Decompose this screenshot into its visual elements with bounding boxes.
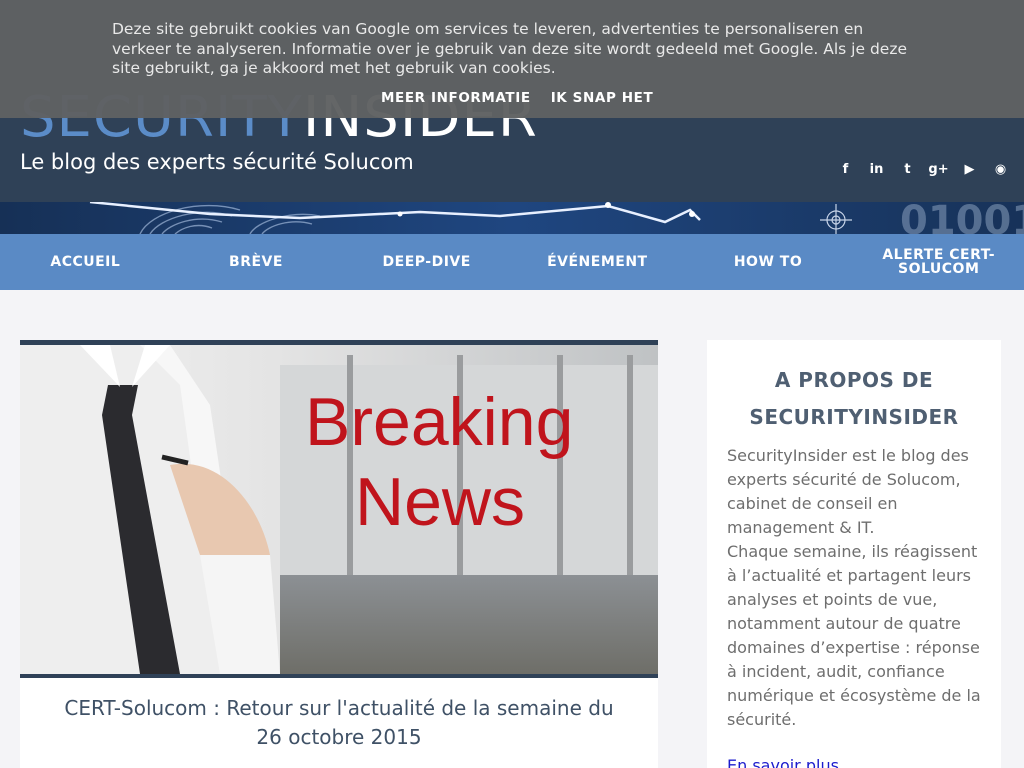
widget-paragraph-1: SecurityInsider est le blog des experts … xyxy=(727,446,969,537)
breaking-news-illustration: Breaking News xyxy=(20,345,658,674)
nav-item-breve[interactable]: BRÈVE xyxy=(171,234,342,290)
news-text: News xyxy=(355,464,525,540)
about-widget: A PROPOS DE SECURITYINSIDER SecurityInsi… xyxy=(707,340,1001,768)
cookie-actions: MEER INFORMATIE IK SNAP HET xyxy=(381,90,653,106)
nav-item-deep-dive[interactable]: DEEP-DIVE xyxy=(341,234,512,290)
widget-title: A PROPOS DE SECURITYINSIDER xyxy=(749,368,959,429)
banner-digits: 01001 xyxy=(900,202,1024,234)
post-title[interactable]: CERT-Solucom : Retour sur l'actualité de… xyxy=(50,694,628,752)
nav-item-accueil[interactable]: ACCUEIL xyxy=(0,234,171,290)
more-info-button[interactable]: MEER INFORMATIE xyxy=(381,90,531,106)
breaking-text: Breaking xyxy=(305,384,573,460)
youtube-icon[interactable]: ▶ xyxy=(954,158,985,182)
cookie-text: Deze site gebruikt cookies van Google om… xyxy=(112,20,907,77)
read-more-link[interactable]: En savoir plus xyxy=(727,756,839,768)
banner-graphic: 01001 xyxy=(0,202,1024,234)
facebook-icon[interactable]: f xyxy=(830,158,861,182)
post-image[interactable]: Breaking News xyxy=(20,340,658,678)
widget-body: SecurityInsider est le blog des experts … xyxy=(727,444,987,732)
main-nav: ACCUEIL BRÈVE DEEP-DIVE ÉVÉNEMENT HOW TO… xyxy=(0,234,1024,290)
googleplus-icon[interactable]: g+ xyxy=(923,158,954,182)
linkedin-icon[interactable]: in xyxy=(861,158,892,182)
twitter-icon[interactable]: t xyxy=(892,158,923,182)
social-links: f in t g+ ▶ ◉ xyxy=(830,158,1016,182)
nav-item-how-to[interactable]: HOW TO xyxy=(683,234,854,290)
accept-cookies-button[interactable]: IK SNAP HET xyxy=(551,90,654,106)
nav-item-alerte-cert[interactable]: ALERTE CERT-SOLUCOM xyxy=(853,234,1024,290)
header-banner-image: 01001 xyxy=(0,202,1024,234)
cookie-banner: Deze site gebruikt cookies van Google om… xyxy=(0,0,1024,118)
featured-post: Breaking News CERT-Solucom : Retour sur … xyxy=(20,340,658,768)
rss-icon[interactable]: ◉ xyxy=(985,158,1016,182)
widget-paragraph-2: Chaque semaine, ils réagissent à l’actua… xyxy=(727,542,981,729)
nav-item-evenement[interactable]: ÉVÉNEMENT xyxy=(512,234,683,290)
site-tagline: Le blog des experts sécurité Solucom xyxy=(20,150,414,174)
